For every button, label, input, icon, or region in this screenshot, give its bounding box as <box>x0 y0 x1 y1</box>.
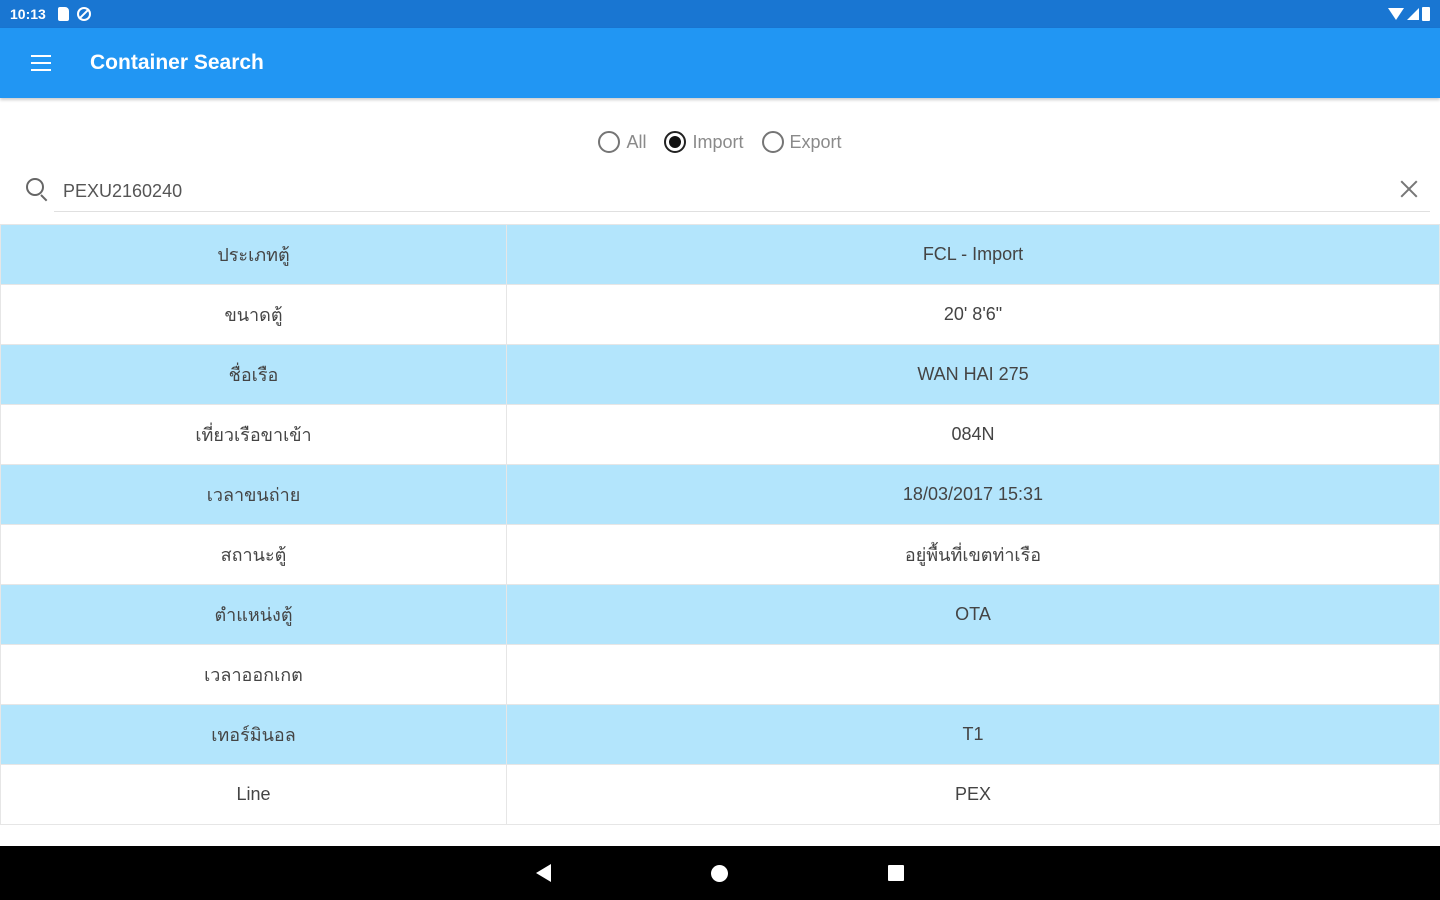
table-row: เวลาขนถ่าย 18/03/2017 15:31 <box>0 464 1440 525</box>
row-label: สถานะตู้ <box>0 524 507 585</box>
row-label: ชื่อเรือ <box>0 344 507 405</box>
close-icon[interactable] <box>1398 178 1420 200</box>
table-row: ขนาดตู้ 20' 8'6" <box>0 284 1440 345</box>
search-input[interactable] <box>54 172 1430 212</box>
wifi-icon <box>1388 8 1404 20</box>
radio-all-label: All <box>626 131 647 152</box>
home-icon[interactable] <box>711 864 728 882</box>
row-value: WAN HAI 275 <box>506 344 1440 405</box>
import-export-filter: All Import Export <box>0 126 1440 158</box>
radio-button-checked-icon[interactable] <box>664 131 687 153</box>
radio-export-label: Export <box>789 131 842 152</box>
back-icon[interactable] <box>536 864 551 882</box>
row-label: ขนาดตู้ <box>0 284 507 345</box>
row-value: OTA <box>506 584 1440 645</box>
row-label: ประเภทตู้ <box>0 224 507 285</box>
row-value: PEX <box>506 764 1440 825</box>
system-nav-bar <box>0 846 1440 900</box>
row-value: T1 <box>506 704 1440 765</box>
signal-icon <box>1407 8 1419 20</box>
row-label: เที่ยวเรือขาเข้า <box>0 404 507 465</box>
status-right-icons <box>1388 7 1430 21</box>
row-value: 20' 8'6" <box>506 284 1440 345</box>
row-value: 18/03/2017 15:31 <box>506 464 1440 525</box>
status-time: 10:13 <box>10 6 46 22</box>
search-bar <box>0 168 1440 214</box>
radio-button-icon[interactable] <box>598 131 621 153</box>
radio-button-icon[interactable] <box>761 131 784 153</box>
table-row: สถานะตู้ อยู่พื้นที่เขตท่าเรือ <box>0 524 1440 585</box>
row-value: FCL - Import <box>506 224 1440 285</box>
hamburger-menu-icon[interactable] <box>31 55 51 71</box>
radio-all[interactable]: All <box>598 131 646 153</box>
table-row: เที่ยวเรือขาเข้า 084N <box>0 404 1440 465</box>
sd-card-icon <box>57 7 69 21</box>
row-value: 084N <box>506 404 1440 465</box>
row-label: เทอร์มินอล <box>0 704 507 765</box>
table-row: เวลาออกเกต <box>0 644 1440 705</box>
table-row: ประเภทตู้ FCL - Import <box>0 224 1440 285</box>
table-row: ชื่อเรือ WAN HAI 275 <box>0 344 1440 405</box>
row-label: เวลาขนถ่าย <box>0 464 507 525</box>
row-value: อยู่พื้นที่เขตท่าเรือ <box>506 524 1440 585</box>
radio-export[interactable]: Export <box>761 131 842 153</box>
row-label: ตำแหน่งตู้ <box>0 584 507 645</box>
radio-import-label: Import <box>692 131 744 152</box>
status-left-icons <box>57 7 91 21</box>
row-value <box>506 644 1440 705</box>
row-label: เวลาออกเกต <box>0 644 507 705</box>
search-icon <box>26 178 44 196</box>
page-title: Container Search <box>90 51 264 74</box>
recents-icon[interactable] <box>888 865 904 881</box>
app-bar: Container Search <box>0 28 1440 98</box>
sync-off-icon <box>76 7 91 21</box>
row-label: Line <box>0 764 507 825</box>
table-row: ตำแหน่งตู้ OTA <box>0 584 1440 645</box>
table-row: Line PEX <box>0 764 1440 825</box>
battery-icon <box>1422 7 1430 21</box>
table-row: เทอร์มินอล T1 <box>0 704 1440 765</box>
container-details-table: ประเภทตู้ FCL - Import ขนาดตู้ 20' 8'6" … <box>0 224 1440 825</box>
radio-import[interactable]: Import <box>664 131 744 153</box>
status-bar: 10:13 <box>0 0 1440 28</box>
